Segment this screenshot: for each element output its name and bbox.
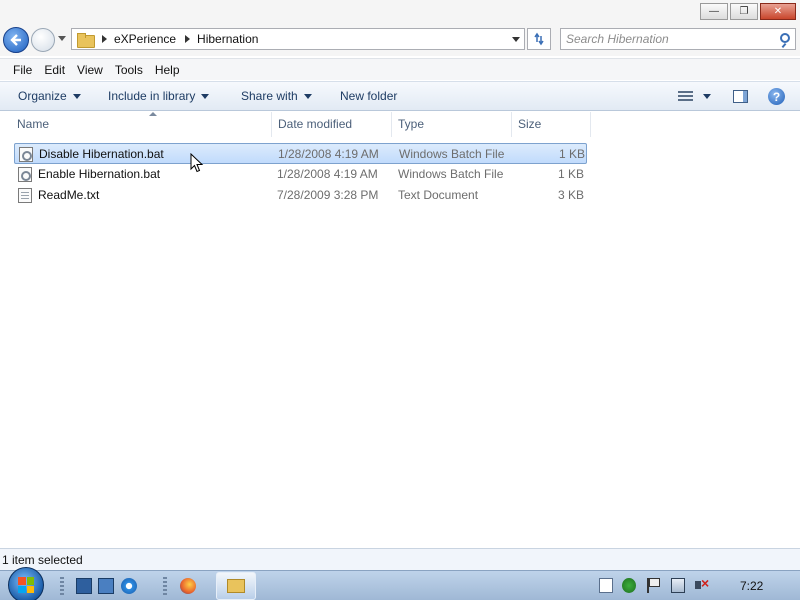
refresh-icon bbox=[534, 32, 544, 46]
organize-label: Organize bbox=[18, 89, 67, 103]
menu-file[interactable]: File bbox=[7, 63, 38, 77]
file-row[interactable]: Enable Hibernation.bat 1/28/2008 4:19 AM… bbox=[14, 164, 587, 185]
menu-edit[interactable]: Edit bbox=[38, 63, 71, 77]
minimize-button[interactable]: — bbox=[700, 3, 728, 20]
windows-logo-icon bbox=[18, 577, 34, 593]
title-bar: — ❐ ✕ bbox=[0, 0, 800, 24]
view-options-dropdown-icon[interactable] bbox=[703, 94, 711, 99]
file-row[interactable]: ReadMe.txt 7/28/2009 3:28 PM Text Docume… bbox=[14, 185, 587, 206]
mouse-cursor-icon bbox=[190, 153, 204, 173]
file-list: Name Date modified Type Size Disable Hib… bbox=[0, 112, 800, 545]
status-text: 1 item selected bbox=[2, 553, 83, 567]
batch-file-icon bbox=[19, 147, 33, 162]
taskbar-explorer-button[interactable] bbox=[216, 572, 256, 600]
search-input[interactable] bbox=[561, 30, 771, 48]
preview-pane-icon[interactable] bbox=[733, 90, 748, 103]
file-size: 1 KB bbox=[557, 167, 584, 181]
text-file-icon bbox=[18, 188, 32, 203]
file-size: 3 KB bbox=[557, 188, 584, 202]
back-arrow-icon bbox=[10, 34, 21, 46]
help-icon[interactable]: ? bbox=[768, 88, 785, 105]
menu-help[interactable]: Help bbox=[149, 63, 186, 77]
internet-explorer-icon[interactable] bbox=[121, 578, 137, 594]
file-date: 1/28/2008 4:19 AM bbox=[277, 167, 378, 181]
toolbar-grip[interactable] bbox=[60, 577, 64, 595]
recent-pages-dropdown[interactable] bbox=[58, 36, 66, 41]
new-folder-label: New folder bbox=[340, 89, 398, 103]
action-center-flag-icon[interactable] bbox=[647, 578, 661, 593]
file-size: 1 KB bbox=[558, 147, 585, 161]
breadcrumb-arrow-icon[interactable] bbox=[102, 35, 107, 43]
network-status-icon[interactable] bbox=[671, 578, 685, 593]
taskbar: 7:22 bbox=[0, 567, 800, 600]
file-name: ReadMe.txt bbox=[38, 188, 100, 202]
new-folder-button[interactable]: New folder bbox=[340, 89, 397, 103]
column-header-date-modified[interactable]: Date modified bbox=[273, 112, 392, 137]
file-name: Disable Hibernation.bat bbox=[39, 147, 164, 161]
breadcrumb-experience[interactable]: eXPerience bbox=[114, 32, 176, 46]
chevron-down-icon bbox=[201, 93, 210, 99]
back-button[interactable] bbox=[3, 27, 29, 53]
firefox-icon[interactable] bbox=[180, 578, 196, 594]
windows-explorer-icon bbox=[227, 579, 245, 593]
file-row[interactable]: Disable Hibernation.bat 1/28/2008 4:19 A… bbox=[14, 143, 587, 164]
organize-button[interactable]: Organize bbox=[18, 89, 81, 103]
notes-icon[interactable] bbox=[599, 578, 613, 593]
menu-tools[interactable]: Tools bbox=[109, 63, 149, 77]
file-type: Windows Batch File bbox=[399, 147, 505, 161]
chevron-down-icon bbox=[303, 93, 312, 99]
command-bar: Organize Include in library Share with N… bbox=[0, 81, 800, 111]
column-header-label: Name bbox=[17, 117, 50, 131]
address-dropdown-icon[interactable] bbox=[512, 37, 520, 42]
address-bar[interactable]: eXPerience Hibernation bbox=[71, 28, 525, 50]
share-with-label: Share with bbox=[241, 89, 298, 103]
include-in-library-label: Include in library bbox=[108, 89, 196, 103]
file-type: Windows Batch File bbox=[398, 167, 504, 181]
breadcrumb-arrow-icon[interactable] bbox=[185, 35, 191, 43]
status-bar: 1 item selected bbox=[0, 548, 800, 570]
clock[interactable]: 7:22 bbox=[740, 579, 763, 593]
security-shield-icon[interactable] bbox=[622, 578, 636, 593]
network-icon[interactable] bbox=[98, 578, 114, 594]
close-button[interactable]: ✕ bbox=[760, 3, 796, 20]
column-header-label: Date modified bbox=[278, 117, 353, 131]
file-date: 7/28/2009 3:28 PM bbox=[277, 188, 379, 202]
file-date: 1/28/2008 4:19 AM bbox=[278, 147, 379, 161]
column-header-name[interactable]: Name bbox=[12, 112, 272, 137]
file-name: Enable Hibernation.bat bbox=[38, 167, 161, 181]
menu-bar: File Edit View Tools Help bbox=[0, 58, 800, 80]
column-header-label: Type bbox=[398, 117, 425, 131]
forward-button[interactable] bbox=[31, 28, 55, 52]
window-controls: — ❐ ✕ bbox=[700, 3, 796, 20]
show-desktop-icon[interactable] bbox=[76, 578, 92, 594]
column-header-size[interactable]: Size bbox=[513, 112, 591, 137]
column-header-label: Size bbox=[518, 117, 542, 131]
batch-file-icon bbox=[18, 167, 32, 182]
column-header-type[interactable]: Type bbox=[393, 112, 512, 137]
search-icon[interactable] bbox=[780, 33, 790, 43]
toolbar-grip[interactable] bbox=[163, 577, 167, 595]
folder-icon bbox=[77, 32, 95, 48]
change-view-icon[interactable] bbox=[678, 91, 693, 102]
share-with-button[interactable]: Share with bbox=[241, 89, 312, 103]
maximize-button[interactable]: ❐ bbox=[730, 3, 758, 20]
file-type: Text Document bbox=[398, 188, 479, 202]
menu-view[interactable]: View bbox=[71, 63, 109, 77]
include-in-library-button[interactable]: Include in library bbox=[108, 89, 210, 103]
chevron-down-icon bbox=[72, 93, 81, 99]
sort-ascending-icon bbox=[149, 112, 157, 116]
volume-muted-icon[interactable] bbox=[695, 575, 709, 593]
navigation-bar: eXPerience Hibernation bbox=[0, 24, 800, 56]
breadcrumb-hibernation[interactable]: Hibernation bbox=[197, 32, 258, 46]
start-button[interactable] bbox=[8, 567, 44, 600]
search-box[interactable] bbox=[560, 28, 796, 50]
refresh-button[interactable] bbox=[527, 28, 551, 50]
